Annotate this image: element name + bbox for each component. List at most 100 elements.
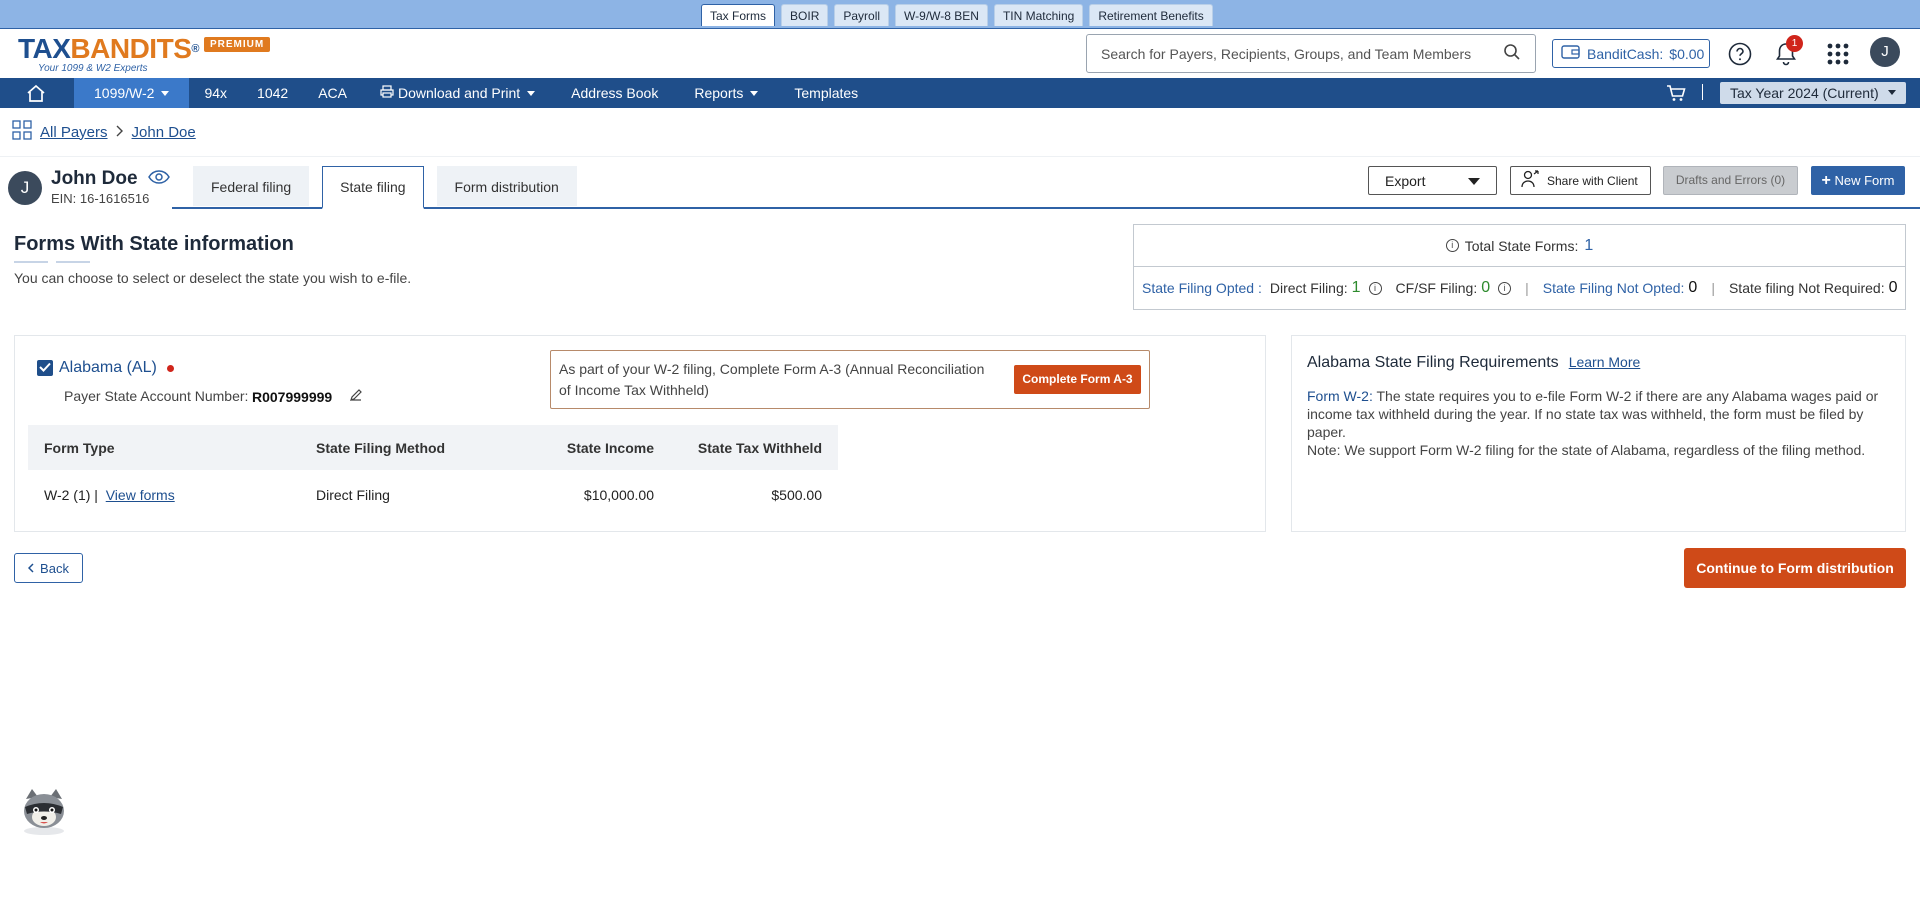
product-tab-tin-matching[interactable]: TIN Matching (993, 4, 1084, 26)
product-tab-tax-forms[interactable]: Tax Forms (701, 4, 776, 26)
learn-more-link[interactable]: Learn More (1569, 354, 1641, 370)
back-button[interactable]: Back (14, 553, 83, 583)
payer-avatar: J (8, 171, 42, 205)
wallet-icon (1561, 44, 1581, 63)
tab-federal-filing[interactable]: Federal filing (193, 166, 310, 206)
premium-badge: PREMIUM (204, 37, 271, 52)
chevron-down-icon (1888, 90, 1896, 95)
summary-separator: | (1525, 280, 1529, 296)
summary-total-row: i Total State Forms: 1 (1134, 225, 1905, 267)
search-box (1086, 34, 1536, 73)
search-input[interactable] (1101, 45, 1503, 62)
payer-ein: EIN: 16-1616516 (51, 191, 150, 206)
state-filing-opted-label: State Filing Opted : (1142, 280, 1262, 296)
breadcrumb-all-payers[interactable]: All Payers (40, 124, 108, 141)
direct-filing-info-icon[interactable]: i (1368, 281, 1382, 295)
nav-reports[interactable]: Reports (676, 78, 776, 108)
share-user-icon (1521, 170, 1541, 191)
form-type-cell: W-2 (1) | View forms (28, 470, 300, 520)
logo-registered-mark: ® (191, 43, 199, 55)
export-label: Export (1385, 172, 1426, 189)
help-icon[interactable] (1727, 41, 1753, 67)
state-income-cell: $10,000.00 (583, 487, 654, 503)
nav-download-print[interactable]: Download and Print (362, 78, 553, 108)
tax-year-select[interactable]: Tax Year 2024 (Current) (1720, 82, 1906, 104)
banditcash-label: BanditCash: (1587, 45, 1664, 62)
payer-state-account-label: Payer State Account Number: (64, 388, 249, 404)
eye-icon[interactable] (147, 168, 170, 190)
chevron-left-icon (27, 561, 34, 576)
nav-1042[interactable]: 1042 (242, 78, 303, 108)
chevron-right-icon (116, 124, 124, 141)
nav-templates[interactable]: Templates (776, 78, 876, 108)
product-tab-payroll[interactable]: Payroll (834, 4, 890, 26)
back-label: Back (40, 560, 69, 576)
product-tab-boir[interactable]: BOIR (781, 4, 829, 26)
home-icon[interactable] (0, 78, 74, 108)
payer-state-account-value: R007999999 (252, 389, 333, 405)
cfsf-filing-value: 0 (1481, 279, 1491, 296)
logo-text-bandits: BANDITS (70, 33, 192, 64)
header: TAXBANDITS® Your 1099 & W2 Experts PREMI… (0, 28, 1920, 78)
total-state-forms-value: 1 (1584, 236, 1594, 254)
nav-aca[interactable]: ACA (303, 78, 362, 108)
state-filing-not-opted-value: 0 (1688, 279, 1698, 296)
col-state-income: State Income (500, 425, 670, 470)
state-requirements-card: Alabama State Filing Requirements Learn … (1291, 335, 1906, 532)
tab-form-distribution[interactable]: Form distribution (436, 166, 577, 206)
table-header-row: Form Type State Filing Method State Inco… (28, 425, 838, 470)
state-status-dot (166, 364, 174, 372)
state-name: Alabama (AL) (59, 359, 157, 376)
tax-year-label: Tax Year 2024 (Current) (1730, 85, 1879, 101)
raccoon-mascot-icon[interactable] (18, 785, 70, 837)
tab-state-filing[interactable]: State filing (322, 166, 424, 209)
user-avatar[interactable]: J (1870, 37, 1900, 67)
share-with-client-button[interactable]: Share with Client (1510, 166, 1651, 195)
continue-to-form-distribution-button[interactable]: Continue to Form distribution (1684, 548, 1906, 588)
export-dropdown[interactable]: Export (1368, 166, 1497, 195)
requirements-title-row: Alabama State Filing Requirements Learn … (1307, 354, 1640, 372)
banditcash-value: $0.00 (1669, 45, 1705, 62)
new-form-button[interactable]: + New Form (1811, 166, 1905, 195)
product-tab-retirement-benefits[interactable]: Retirement Benefits (1089, 4, 1213, 26)
banditcash-button[interactable]: BanditCash: $0.00 (1552, 39, 1710, 68)
payer-name: John Doe (51, 168, 138, 189)
requirements-body: Form W-2: The state requires you to e-fi… (1307, 387, 1897, 459)
cart-icon[interactable] (1666, 84, 1686, 105)
cfsf-filing-info-icon[interactable]: i (1498, 281, 1512, 295)
breadcrumb-current-payer[interactable]: John Doe (132, 124, 196, 141)
complete-form-a3-button[interactable]: Complete Form A-3 (1014, 365, 1141, 394)
breadcrumb: All Payers John Doe (12, 120, 196, 144)
section-subtitle: You can choose to select or deselect the… (14, 270, 412, 286)
nav-1099-w2[interactable]: 1099/W-2 (74, 78, 190, 108)
main-nav: 1099/W-2 94x 1042 ACA Download and Print… (0, 78, 1920, 108)
total-state-forms-label: Total State Forms: (1464, 237, 1579, 254)
logo-text-tax: TAX (18, 33, 71, 64)
nav-94x[interactable]: 94x (189, 78, 242, 108)
form-a3-notice: As part of your W-2 filing, Complete For… (550, 350, 1150, 409)
notification-bell-icon[interactable]: 1 (1773, 35, 1803, 67)
nav-download-print-label: Download and Print (397, 85, 521, 101)
state-tax-withheld-cell: $500.00 (771, 487, 822, 503)
requirements-form-label: Form W-2: (1307, 388, 1373, 404)
chevron-down-icon (750, 90, 759, 96)
printer-icon (380, 78, 394, 108)
notification-count-badge: 1 (1786, 35, 1803, 52)
drafts-errors-button[interactable]: Drafts and Errors (0) (1663, 166, 1798, 195)
state-forms-table: Form Type State Filing Method State Inco… (28, 425, 838, 520)
view-forms-link[interactable]: View forms (106, 487, 175, 503)
state-name-row: Alabama (AL) (59, 359, 174, 377)
payer-name-row: John Doe (51, 168, 170, 190)
search-icon[interactable] (1503, 43, 1521, 64)
product-tabs: Tax Forms BOIR Payroll W-9/W-8 BEN TIN M… (701, 4, 1213, 26)
nav-address-book[interactable]: Address Book (553, 78, 676, 108)
table-row: W-2 (1) | View forms Direct Filing $10,0… (28, 470, 838, 520)
cfsf-filing-label: CF/SF Filing: (1395, 280, 1478, 296)
nav-reports-label: Reports (694, 85, 744, 101)
state-checkbox[interactable] (37, 360, 53, 376)
pencil-edit-icon[interactable] (349, 388, 363, 405)
product-bar: Tax Forms BOIR Payroll W-9/W-8 BEN TIN M… (0, 0, 1920, 28)
requirements-form-text: The state requires you to e-file Form W-… (1307, 388, 1879, 440)
apps-grid-icon[interactable] (1825, 41, 1851, 67)
product-tab-w9-w8ben[interactable]: W-9/W-8 BEN (895, 4, 988, 26)
